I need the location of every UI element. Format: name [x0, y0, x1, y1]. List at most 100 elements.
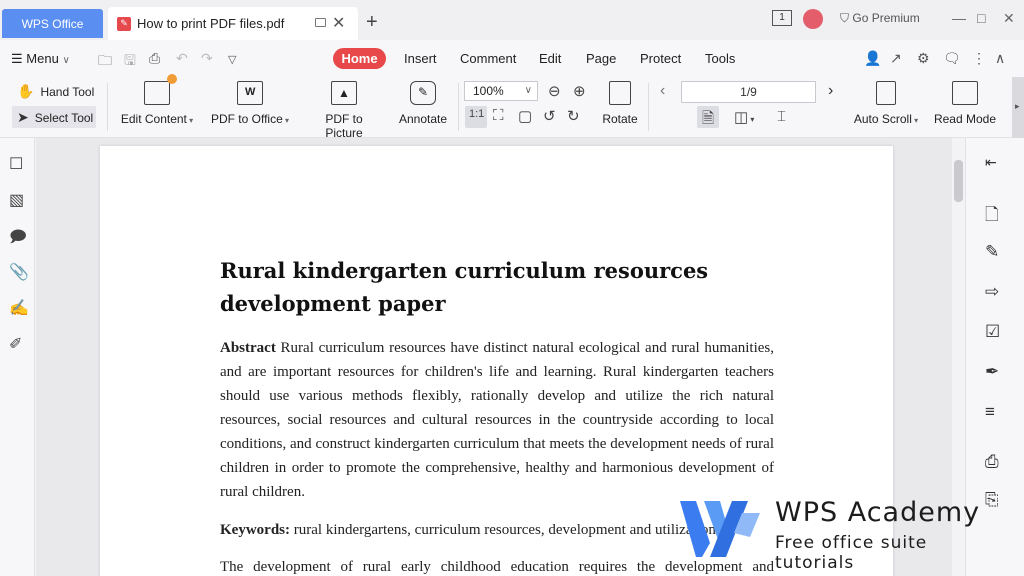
edit-document-icon[interactable]: ✎ — [985, 242, 999, 262]
collapse-panel-icon[interactable]: ⇤ — [985, 154, 997, 171]
page-number-input[interactable]: 1/9 — [681, 81, 816, 103]
tab-comment[interactable]: Comment — [460, 51, 516, 66]
zoom-select[interactable]: 100% ∨ — [464, 81, 538, 101]
new-tab-icon[interactable]: + — [366, 11, 378, 34]
share-icon[interactable]: ↗ — [890, 50, 902, 67]
select-tool-button[interactable]: ➤ Select Tool — [17, 109, 93, 126]
new-document-icon[interactable]: 🗋 — [985, 202, 999, 231]
tab-tools[interactable]: Tools — [705, 51, 735, 66]
pdf-to-picture-button[interactable]: ▲ PDF to Picture — [306, 81, 382, 140]
maximize-icon[interactable]: □ — [977, 10, 985, 26]
rotate-left-icon[interactable]: ↺ — [543, 107, 556, 125]
tab-edit[interactable]: Edit — [539, 51, 561, 66]
fit-page-icon[interactable]: ⛶ — [493, 107, 504, 124]
menu-button[interactable]: ☰ Menu ∨ — [11, 51, 70, 67]
rotate-button[interactable]: Rotate — [600, 81, 640, 126]
title-line-1: Rural kindergarten curriculum resources — [220, 258, 709, 283]
compare-icon[interactable]: ≡ — [985, 402, 995, 422]
wps-office-tab[interactable]: WPS Office — [2, 9, 103, 38]
next-page-icon[interactable]: › — [828, 82, 833, 100]
book-icon — [952, 81, 978, 105]
rotate-icon — [609, 81, 631, 105]
window-mode-icon[interactable] — [315, 18, 326, 27]
document-title: Rural kindergarten curriculum resources … — [220, 254, 780, 320]
actual-size-icon[interactable]: 1:1 — [469, 108, 484, 120]
edit-content-button[interactable]: Edit Content ▾ — [120, 74, 194, 126]
tab-page[interactable]: Page — [586, 51, 616, 66]
attachment-icon[interactable]: 📎 — [9, 262, 29, 282]
annotate-icon: ✎ — [410, 81, 436, 105]
auto-scroll-icon — [876, 81, 896, 105]
wps-logo-icon — [680, 501, 760, 557]
window-count-badge[interactable]: 1 — [772, 10, 792, 26]
avatar[interactable] — [803, 9, 823, 29]
chat-icon[interactable]: 🗨 — [943, 50, 961, 67]
open-folder-icon[interactable]: 🗀 — [98, 50, 112, 74]
dual-page-icon[interactable]: ◫ ▾ — [734, 108, 754, 126]
zoom-value: 100% — [473, 84, 504, 98]
quick-access-dropdown-icon[interactable]: ▽ — [228, 53, 236, 66]
pdf-to-picture-label: PDF to Picture — [325, 112, 363, 140]
hamburger-icon: ☰ — [11, 51, 23, 66]
hand-tool-label: Hand Tool — [40, 84, 95, 99]
wps-academy-watermark: WPS Academy Free office suite tutorials — [680, 497, 1000, 573]
ribbon-scroll-right[interactable]: ▸ — [1012, 77, 1024, 138]
ribbon-divider — [107, 83, 108, 131]
pdf-to-office-button[interactable]: W PDF to Office ▾ — [210, 81, 290, 126]
comment-icon[interactable]: 🗩 — [9, 226, 27, 253]
bookmark-icon[interactable]: ☐ — [9, 154, 23, 174]
redo-icon[interactable]: ↷ — [201, 50, 213, 67]
document-tab[interactable]: ✎ How to print PDF files.pdf ✕ — [108, 7, 358, 40]
add-user-icon[interactable]: 👤 — [864, 50, 881, 67]
more-options-icon[interactable]: ⋮ — [972, 50, 986, 67]
title-line-2: development paper — [220, 291, 446, 316]
signature-icon[interactable]: ✍ — [9, 298, 29, 318]
ribbon-toolbar: ✋ Hand Tool ➤ Select Tool Edit Content ▾… — [0, 74, 1024, 140]
tab-insert[interactable]: Insert — [404, 51, 437, 66]
undo-icon[interactable]: ↶ — [176, 50, 188, 67]
continuous-scroll-icon[interactable]: ⌶ — [777, 108, 786, 125]
document-tab-label: How to print PDF files.pdf — [137, 16, 285, 31]
sign-pen-icon[interactable]: ✒ — [985, 362, 999, 382]
minimize-icon[interactable]: — — [952, 10, 966, 26]
stamp-icon[interactable]: ✐ — [9, 334, 22, 354]
auto-scroll-label: Auto Scroll — [853, 112, 912, 126]
abstract-text: Rural curriculum resources have distinct… — [220, 340, 774, 500]
print-icon[interactable]: ⎙ — [149, 50, 160, 67]
pdf-to-office-icon: W — [237, 81, 263, 105]
keywords-text: rural kindergartens, curriculum resource… — [290, 522, 720, 538]
pdf-file-icon: ✎ — [117, 16, 131, 31]
collapse-ribbon-icon[interactable]: ∧ — [995, 50, 1005, 67]
review-icon[interactable]: ☑ — [985, 322, 1000, 342]
menu-label: Menu — [26, 51, 59, 66]
close-tab-icon[interactable]: ✕ — [332, 13, 345, 33]
ribbon-divider — [648, 83, 649, 131]
chevron-down-icon: ∨ — [62, 55, 70, 66]
auto-scroll-button[interactable]: Auto Scroll ▾ — [851, 81, 921, 126]
tab-home[interactable]: Home — [333, 48, 386, 69]
edit-content-label: Edit Content — [120, 112, 187, 126]
printer-icon[interactable]: ⎙ — [985, 452, 999, 472]
thumbnail-icon[interactable]: ▧ — [9, 190, 24, 210]
zoom-in-icon[interactable]: ⊕ — [573, 82, 586, 100]
save-icon[interactable]: 🖫 — [124, 50, 136, 74]
read-mode-button[interactable]: Read Mode — [932, 81, 998, 126]
fit-width-icon[interactable]: ▢ — [518, 107, 532, 125]
go-premium-button[interactable]: ⛉ Go Premium — [840, 11, 920, 26]
single-page-icon[interactable]: 🗎 — [702, 108, 714, 133]
scrollbar-thumb[interactable] — [954, 160, 963, 202]
annotate-button[interactable]: ✎ Annotate — [396, 81, 450, 126]
read-mode-label: Read Mode — [933, 112, 997, 126]
settings-gear-icon[interactable]: ⚙ — [917, 50, 930, 67]
hand-tool-button[interactable]: ✋ Hand Tool — [17, 83, 94, 100]
close-window-icon[interactable]: ✕ — [1003, 10, 1015, 27]
previous-page-icon[interactable]: ‹ — [660, 82, 665, 100]
keywords-label: Keywords: — [220, 522, 290, 538]
go-premium-label: Go Premium — [852, 11, 920, 25]
tab-protect[interactable]: Protect — [640, 51, 681, 66]
export-document-icon[interactable]: ⇨ — [985, 282, 999, 302]
menu-bar: ☰ Menu ∨ 🗀 🖫 ⎙ ↶ ↷ ▽ Home Insert Comment… — [0, 40, 1024, 77]
rotate-right-icon[interactable]: ↻ — [567, 107, 580, 125]
zoom-out-icon[interactable]: ⊖ — [548, 82, 561, 100]
pdf-to-office-label: PDF to Office — [210, 112, 283, 126]
